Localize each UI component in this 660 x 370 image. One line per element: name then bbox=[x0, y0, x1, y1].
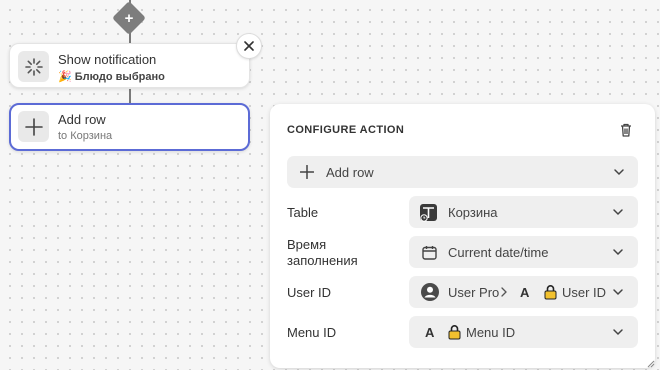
table-select[interactable]: Корзина bbox=[409, 196, 638, 228]
chevron-down-icon bbox=[614, 169, 624, 176]
loader-icon bbox=[18, 51, 49, 82]
node-subtitle: 🎉 Блюдо выбрано bbox=[58, 70, 165, 83]
node-subtitle: to Корзина bbox=[58, 130, 113, 142]
text-type-icon: A bbox=[520, 285, 530, 300]
lock-icon bbox=[544, 285, 557, 300]
table-icon bbox=[420, 204, 437, 222]
fill-time-label: Время заполнения bbox=[287, 237, 358, 269]
node-title: Add row bbox=[58, 112, 106, 127]
user-id-value: User ID bbox=[562, 285, 607, 300]
chevron-right-icon bbox=[501, 287, 507, 297]
fill-time-value: Current date/time bbox=[448, 245, 549, 260]
action-type-label: Add row bbox=[326, 165, 374, 180]
node-show-notification[interactable]: Show notification 🎉 Блюдо выбрано bbox=[9, 43, 250, 88]
user-id-source: User Pro bbox=[448, 285, 500, 300]
fill-time-label-line2: заполнения bbox=[287, 253, 358, 268]
fill-time-select[interactable]: Current date/time bbox=[409, 236, 638, 268]
lock-icon bbox=[448, 325, 461, 340]
node-subtitle-text: Блюдо выбрано bbox=[74, 71, 165, 83]
node-title: Show notification bbox=[58, 52, 157, 67]
panel-title: CONFIGURE ACTION bbox=[287, 124, 405, 136]
close-node-button[interactable] bbox=[236, 33, 262, 59]
add-step-plus-icon[interactable]: + bbox=[117, 6, 141, 30]
plus-icon bbox=[18, 111, 49, 142]
node-add-row[interactable]: Add row to Корзина bbox=[9, 103, 250, 151]
chevron-down-icon bbox=[613, 209, 623, 216]
fill-time-label-line1: Время bbox=[287, 237, 327, 252]
chevron-down-icon bbox=[613, 249, 623, 256]
menu-id-select[interactable]: A Menu ID bbox=[409, 316, 638, 348]
configure-action-panel: CONFIGURE ACTION Add row Table Корзина В… bbox=[270, 104, 655, 368]
user-id-select[interactable]: User Pro A User ID bbox=[409, 276, 638, 308]
calendar-icon bbox=[422, 246, 437, 260]
party-emoji-icon: 🎉 bbox=[58, 71, 72, 83]
user-icon bbox=[421, 283, 439, 301]
close-icon bbox=[244, 41, 254, 51]
chevron-down-icon bbox=[613, 289, 623, 296]
table-label: Table bbox=[287, 205, 319, 220]
trash-icon[interactable] bbox=[618, 122, 634, 138]
action-type-select[interactable]: Add row bbox=[287, 156, 638, 188]
chevron-down-icon bbox=[613, 329, 623, 336]
menu-id-value: Menu ID bbox=[466, 325, 516, 340]
user-id-label: User ID bbox=[287, 285, 332, 300]
resize-handle-icon[interactable] bbox=[645, 358, 655, 368]
table-value: Корзина bbox=[448, 205, 498, 220]
menu-id-label: Menu ID bbox=[287, 325, 337, 340]
text-type-icon: A bbox=[425, 325, 435, 340]
plus-icon bbox=[300, 165, 314, 179]
